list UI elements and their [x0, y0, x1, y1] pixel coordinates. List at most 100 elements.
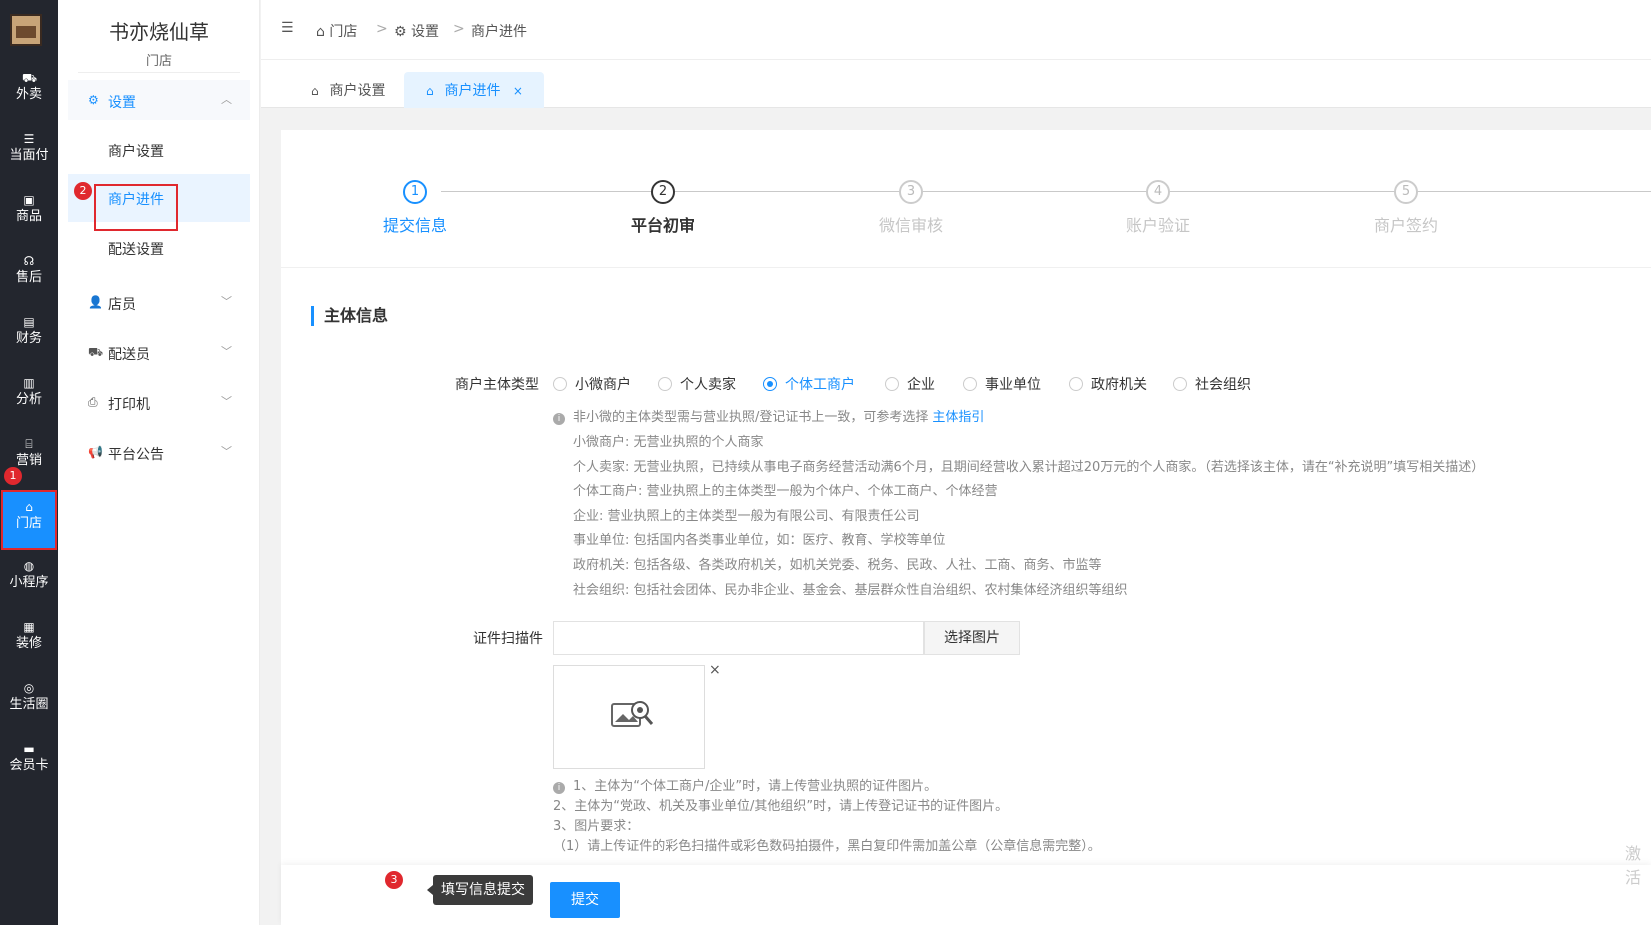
radio-circle-icon	[763, 377, 777, 391]
store-logo[interactable]	[10, 14, 42, 46]
top-bar: ☰ ⌂ 门店 > ⚙ 设置 > 商户进件	[261, 0, 1651, 60]
menu-item-merchant-settings[interactable]: 商户设置	[68, 126, 250, 174]
rail-item-7[interactable]: ⌂ 门店	[1, 490, 57, 550]
store-icon: ⌂	[311, 84, 319, 98]
upload-note-line: 2、主体为“党政、机关及事业单位/其他组织”时，请上传登记证书的证件图片。	[553, 799, 1009, 814]
menu-group-printers[interactable]: ⎙ 打印机 ﹀	[68, 382, 250, 422]
radio-label: 个人卖家	[680, 377, 736, 393]
radio-label: 小微商户	[575, 377, 631, 393]
radio-circle-icon	[963, 377, 977, 391]
rail-item-3[interactable]: ☊ 售后	[0, 246, 58, 306]
store-sidebar: 书亦烧仙草 门店 ⚙ 设置 ︿ 商户设置 商户进件 配送设置 👤 店员 ﹀ ⛟ …	[58, 0, 260, 925]
merchant-type-radio[interactable]: 社会组织	[1173, 374, 1251, 394]
tab-merchant-onboarding[interactable]: ⌂ 商户进件 ×	[404, 72, 544, 108]
rail-item-0[interactable]: ⛟ 外卖	[0, 63, 58, 123]
breadcrumb-store[interactable]: ⌂ 门店	[316, 21, 357, 41]
rail-item-label: 营销	[15, 453, 42, 468]
chevron-down-icon: ﹀	[221, 345, 232, 358]
upload-note-line: i 1、主体为“个体工商户/企业”时，请上传营业执照的证件图片。	[553, 775, 937, 794]
highlight-box	[94, 184, 178, 231]
radio-label: 事业单位	[985, 377, 1041, 393]
cert-scan-label: 证件扫描件	[473, 631, 543, 647]
choose-image-button[interactable]: 选择图片	[924, 621, 1020, 655]
remove-image-icon[interactable]: ×	[709, 662, 721, 678]
lifebuoy-icon: ◎	[23, 681, 35, 695]
collapse-menu-icon[interactable]: ☰	[281, 20, 294, 36]
printer-icon: ⎙	[88, 395, 98, 409]
menu-item-delivery-settings[interactable]: 配送设置	[68, 224, 250, 272]
rail-item-4[interactable]: ▤ 财务	[0, 307, 58, 367]
rail-item-label: 外卖	[15, 87, 42, 102]
announcement-icon: 📢	[88, 445, 103, 459]
rail-item-10[interactable]: ◎ 生活圈	[0, 673, 58, 733]
main-content: 1 提交信息 2 平台初审 3 微信审核 4 账户验证 5 商户签约 主体信息 商户主体类型 小微…	[281, 130, 1651, 925]
radio-label: 个体工商户	[785, 377, 855, 393]
rail-item-9[interactable]: ▦ 装修	[0, 612, 58, 672]
merchant-type-radio[interactable]: 事业单位	[963, 374, 1041, 394]
merchant-type-radio[interactable]: 企业	[885, 374, 935, 394]
merchant-type-radio[interactable]: 小微商户	[553, 374, 631, 394]
menu-group-label: 打印机	[108, 397, 150, 413]
main-nav-rail: ⛟ 外卖 ☰ 当面付 ▣ 商品 ☊ 售后 ▤ 财务 ▥ 分析 ⌸ 营销 ⌂ 门店 ◍ 小程序 ▦ 装修 ◎ 生活圈 ▬ 会员卡	[0, 0, 58, 925]
radio-circle-icon	[885, 377, 899, 391]
step-label: 提交信息	[382, 216, 447, 235]
step-label: 账户验证	[1125, 216, 1190, 235]
radio-circle-icon	[1173, 377, 1187, 391]
rail-item-label: 分析	[15, 392, 42, 407]
step-label: 平台初审	[630, 216, 695, 235]
step-number: 3	[899, 180, 923, 204]
watermark: 激活	[1625, 844, 1642, 887]
menu-group-announcements[interactable]: 📢 平台公告 ﹀	[68, 432, 250, 472]
radio-label: 政府机关	[1091, 377, 1147, 393]
image-placeholder	[560, 672, 700, 760]
sidebar-section-label: 门店	[145, 54, 172, 69]
step-badge-1: 1	[4, 467, 22, 485]
menu-group-couriers[interactable]: ⛟ 配送员 ﹀	[68, 332, 250, 372]
step-number: 1	[403, 180, 427, 204]
subject-guide-link[interactable]: 主体指引	[932, 410, 984, 425]
rail-item-1[interactable]: ☰ 当面付	[0, 124, 58, 184]
step-number: 5	[1394, 180, 1418, 204]
rail-item-label: 售后	[15, 270, 42, 285]
radio-circle-icon	[1069, 377, 1083, 391]
submit-tooltip: 填写信息提交	[427, 875, 533, 905]
rail-item-8[interactable]: ◍ 小程序	[0, 551, 58, 611]
menu-group-label: 配送员	[108, 347, 150, 363]
hint-line: 企业: 营业执照上的主体类型一般为有限公司、有限责任公司	[573, 508, 920, 524]
bottom-action-bar: 3 填写信息提交 提交	[281, 865, 1651, 925]
hint-line: 小微商户: 无营业执照的个人商家	[573, 435, 764, 450]
menu-group-settings[interactable]: ⚙ 设置 ︿	[68, 80, 250, 120]
chevron-down-icon: ﹀	[221, 395, 232, 408]
rail-item-label: 商品	[15, 209, 42, 224]
headset-icon: ☊	[23, 254, 35, 268]
merchant-type-radio[interactable]: 个体工商户	[763, 374, 855, 394]
breadcrumb-settings[interactable]: ⚙ 设置	[394, 21, 439, 41]
rail-item-label: 门店	[15, 516, 42, 531]
submit-button[interactable]: 提交	[550, 882, 620, 918]
store-name: 书亦烧仙草	[109, 20, 209, 44]
rail-item-label: 财务	[15, 331, 42, 346]
sidebar-divider	[78, 72, 240, 73]
gift-icon: ⌸	[25, 437, 33, 451]
rail-item-label: 装修	[15, 636, 42, 651]
rail-item-label: 生活圈	[9, 697, 49, 712]
upload-note-line: （1）请上传证件的彩色扫描件或彩色数码拍摄件，黑白复印件需加盖公章（公章信息需完…	[553, 839, 1101, 854]
image-preview[interactable]	[553, 665, 705, 769]
hint-line: 个体工商户: 营业执照上的主体类型一般为个体户、个体工商户、个体经营	[573, 484, 998, 500]
hint-main: i 非小微的主体类型需与营业执照/登记证书上一致，可参考选择 主体指引	[553, 406, 984, 425]
tab-merchant-settings[interactable]: ⌂ 商户设置	[311, 72, 385, 108]
merchant-type-radio[interactable]: 政府机关	[1069, 374, 1147, 394]
cert-file-input[interactable]	[553, 621, 924, 655]
rail-item-2[interactable]: ▣ 商品	[0, 185, 58, 245]
merchant-type-radio[interactable]: 个人卖家	[658, 374, 736, 394]
rail-item-label: 小程序	[9, 575, 49, 590]
menu-group-staff[interactable]: 👤 店员 ﹀	[68, 282, 250, 322]
hint-line: 政府机关: 包括各级、各类政府机关，如机关党委、税务、民政、人社、工商、商务、市…	[573, 558, 1102, 573]
courier-icon: ⛟	[88, 345, 104, 359]
radio-label: 社会组织	[1195, 377, 1251, 393]
step-1: 1 提交信息	[335, 180, 495, 236]
rail-item-5[interactable]: ▥ 分析	[0, 368, 58, 428]
rail-item-11[interactable]: ▬ 会员卡	[0, 734, 58, 794]
chevron-up-icon: ︿	[221, 93, 232, 106]
close-icon[interactable]: ×	[513, 84, 523, 98]
